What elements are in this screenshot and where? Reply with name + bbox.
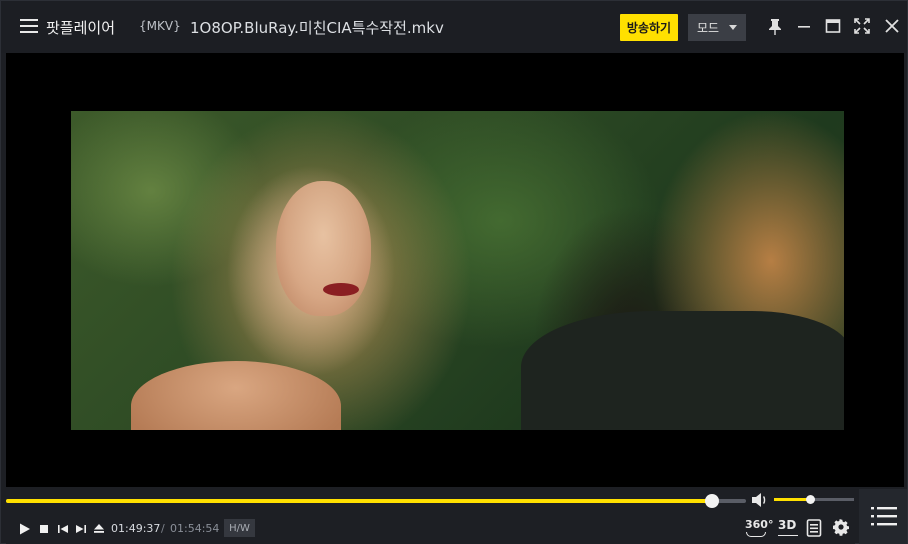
hw-decoder-badge[interactable]: H/W [224,519,255,537]
format-tag: {MKV} [139,19,181,33]
video-frame [71,111,844,430]
menu-icon[interactable] [20,18,38,34]
3d-button[interactable]: 3D [778,518,798,536]
mode-label: 모드 [697,21,720,35]
volume-slider[interactable] [774,495,854,504]
total-time: 01:54:54 [170,522,220,535]
playlist-icon [871,507,897,526]
playlist-button[interactable] [859,489,907,544]
title-bar[interactable]: 팟플레이어 {MKV} 1O8OP.BluRay.미친CIA특수작전.mkv 방… [1,1,907,53]
volume-handle[interactable] [806,495,815,504]
seek-handle[interactable] [704,494,719,508]
vr-360-button[interactable]: 360° [745,518,773,538]
fullscreen-icon[interactable] [851,15,873,37]
control-bar [6,487,855,544]
vr-360-label: 360° [745,518,774,531]
maximize-icon[interactable] [822,15,844,37]
play-icon[interactable] [16,521,32,537]
seek-bar[interactable] [6,494,746,508]
eject-icon[interactable] [91,521,107,537]
close-icon[interactable] [881,15,903,37]
gear-icon[interactable] [832,518,850,538]
chevron-down-icon [729,25,737,30]
volume-icon[interactable] [751,492,769,508]
player-window: 팟플레이어 {MKV} 1O8OP.BluRay.미친CIA특수작전.mkv 방… [0,0,908,544]
minimize-icon[interactable] [793,15,815,37]
broadcast-button[interactable]: 방송하기 [620,14,678,41]
video-area[interactable] [6,53,904,487]
volume-level [774,498,810,501]
next-icon[interactable] [73,521,89,537]
subtitle-icon[interactable] [806,518,822,538]
stop-icon[interactable] [36,521,52,537]
rotate-arrow-icon [746,532,766,537]
file-name: 1O8OP.BluRay.미친CIA특수작전.mkv [190,19,444,37]
time-separator: / [161,522,165,535]
current-time: 01:49:37 [111,522,161,535]
previous-icon[interactable] [55,521,71,537]
mode-dropdown[interactable]: 모드 [688,14,746,41]
seek-progress [6,499,712,503]
pin-icon[interactable] [764,15,786,37]
app-name[interactable]: 팟플레이어 [46,17,115,38]
